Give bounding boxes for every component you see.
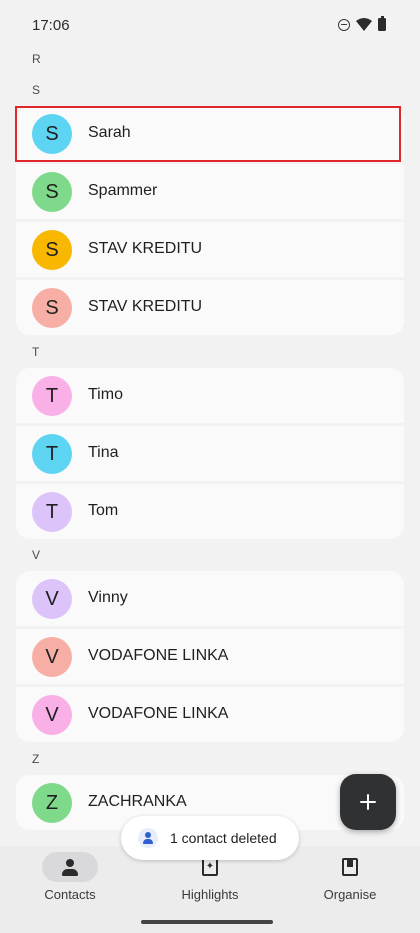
contact-row[interactable]: S Spammer bbox=[16, 164, 404, 219]
contact-row[interactable]: T Timo bbox=[16, 368, 404, 423]
contact-name: VODAFONE LINKA bbox=[88, 647, 229, 664]
nav-item-organise[interactable]: Organise bbox=[280, 846, 420, 933]
contact-row[interactable]: V Vinny bbox=[16, 571, 404, 626]
nav-item-contacts[interactable]: Contacts bbox=[0, 846, 140, 933]
section-header-z: Z bbox=[32, 752, 40, 766]
nav-pill bbox=[42, 852, 98, 882]
section-header-v: V bbox=[32, 548, 41, 562]
organise-icon bbox=[342, 858, 358, 876]
selection-highlight bbox=[15, 106, 401, 162]
person-icon bbox=[61, 858, 79, 876]
contact-name: ZACHRANKA bbox=[88, 793, 187, 810]
avatar: T bbox=[32, 492, 72, 532]
avatar: S bbox=[32, 288, 72, 328]
status-icons bbox=[338, 16, 386, 31]
nav-label: Highlights bbox=[181, 887, 239, 902]
status-bar: 17:06 bbox=[0, 0, 420, 52]
person-icon bbox=[138, 828, 158, 848]
contact-row[interactable]: S STAV KREDITU bbox=[16, 280, 404, 335]
avatar: S bbox=[32, 172, 72, 212]
contact-row[interactable]: T Tina bbox=[16, 426, 404, 481]
add-contact-button[interactable] bbox=[340, 774, 396, 830]
battery-icon bbox=[378, 16, 386, 31]
contact-row[interactable]: V VODAFONE LINKA bbox=[16, 687, 404, 742]
contact-row[interactable]: T Tom bbox=[16, 484, 404, 539]
nav-pill bbox=[322, 852, 378, 882]
contact-name: Vinny bbox=[88, 589, 128, 606]
snackbar-text: 1 contact deleted bbox=[170, 830, 277, 846]
nav-label: Organise bbox=[323, 887, 377, 902]
highlights-icon: ✦ bbox=[202, 858, 218, 876]
avatar: S bbox=[32, 230, 72, 270]
dnd-icon bbox=[338, 18, 350, 31]
contact-name: STAV KREDITU bbox=[88, 240, 203, 257]
section-header-r: R bbox=[32, 52, 41, 66]
nav-label: Contacts bbox=[44, 887, 96, 902]
avatar: V bbox=[32, 637, 72, 677]
contact-name: Spammer bbox=[88, 182, 158, 199]
contact-name: Tina bbox=[88, 444, 119, 461]
avatar: T bbox=[32, 434, 72, 474]
contact-name: VODAFONE LINKA bbox=[88, 705, 229, 722]
section-header-s: S bbox=[32, 83, 41, 97]
contact-row[interactable]: V VODAFONE LINKA bbox=[16, 629, 404, 684]
avatar: V bbox=[32, 695, 72, 735]
snackbar: 1 contact deleted bbox=[121, 816, 299, 860]
contact-name: Tom bbox=[88, 502, 119, 519]
status-time: 17:06 bbox=[32, 17, 70, 34]
contact-name: Timo bbox=[88, 386, 123, 403]
contact-row[interactable]: S STAV KREDITU bbox=[16, 222, 404, 277]
gesture-bar[interactable] bbox=[141, 920, 273, 924]
section-header-t: T bbox=[32, 345, 40, 359]
contact-name: STAV KREDITU bbox=[88, 298, 203, 315]
wifi-icon bbox=[356, 18, 372, 31]
avatar: V bbox=[32, 579, 72, 619]
avatar: T bbox=[32, 376, 72, 416]
avatar: Z bbox=[32, 783, 72, 823]
